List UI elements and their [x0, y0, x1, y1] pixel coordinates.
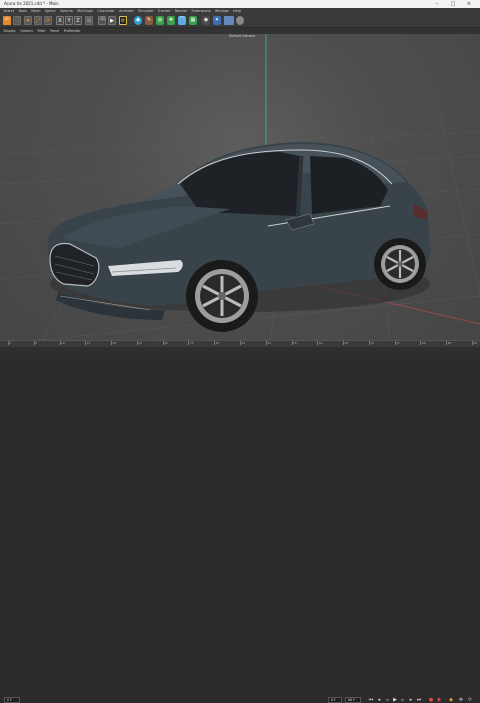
timeline-tick-label: 60	[318, 341, 323, 345]
menu-animate[interactable]: Animate	[119, 8, 134, 15]
car-model	[47, 142, 430, 332]
move-icon[interactable]: ✥	[24, 16, 32, 25]
camera-icon[interactable]: ◉	[202, 16, 210, 25]
menu-simulate[interactable]: Simulate	[138, 8, 153, 15]
position-key-icon[interactable]: ✥	[458, 697, 464, 703]
main-toolbar: ↶ ◌ ✥ ⤢ ⟳ X Y Z ⊞ 🎬 ▶ ⚙ ◆ ✎ ◍ ❖ ⌒ ▦ ◉ ✦	[0, 15, 480, 28]
timeline-tick-label: 10	[61, 341, 65, 345]
timeline-tick-label: 75	[396, 341, 400, 345]
render-settings-icon[interactable]: ⚙	[119, 16, 127, 25]
previous-key-icon[interactable]: ◂	[376, 697, 382, 703]
render-view-icon[interactable]: 🎬	[98, 16, 106, 25]
undo-icon[interactable]: ↶	[3, 16, 11, 25]
next-frame-icon[interactable]: ▹	[400, 697, 406, 703]
timeline-tick-label: 55	[293, 341, 297, 345]
y-axis-icon[interactable]: Y	[65, 16, 73, 25]
play-icon[interactable]: ▶	[392, 697, 398, 703]
perspective-viewport[interactable]: Default Camera	[0, 34, 480, 345]
current-frame-field[interactable]: 0 F	[4, 697, 20, 703]
menu-character[interactable]: Character	[97, 8, 114, 15]
minimize-icon[interactable]: –	[430, 0, 444, 8]
maximize-icon[interactable]: □	[446, 0, 460, 8]
timeline-tick-label: 40	[215, 341, 220, 345]
array-icon[interactable]: ❖	[167, 16, 175, 25]
window-title: Acura tlx 2021.c4d * - Main	[4, 1, 59, 6]
menu-extensions[interactable]: Extensions	[192, 8, 211, 15]
record-icon[interactable]: ●	[428, 697, 434, 703]
transport-bar: 0 F 0 F 90 F ⏮ ◂ ◃ ▶ ▹ ▸ ⏭ ● ◉ ◆ ✥ ⟳	[0, 347, 480, 703]
timeline-tick-label: 5	[35, 341, 38, 345]
subdivision-icon[interactable]: ◍	[156, 16, 164, 25]
timeline-tick-label: 35	[189, 341, 194, 345]
menu-volume[interactable]: Volume	[60, 8, 73, 15]
menu-spline[interactable]: Spline	[45, 8, 56, 15]
x-axis-icon[interactable]: X	[56, 16, 64, 25]
render-picture-viewer-icon[interactable]: ▶	[108, 16, 116, 25]
rotation-key-icon[interactable]: ⟳	[467, 697, 473, 703]
floor-icon[interactable]: ▦	[189, 16, 197, 25]
close-icon[interactable]: ×	[462, 0, 476, 8]
timeline-tick-label: 30	[164, 341, 168, 345]
coordinate-system-icon[interactable]: ⊞	[85, 16, 93, 25]
timeline-tick-label: 85	[447, 341, 452, 345]
car-window	[180, 152, 300, 216]
timeline-tick-label: 20	[112, 341, 117, 345]
timeline-tick-label: 15	[86, 341, 91, 345]
menu-select[interactable]: Select	[3, 8, 14, 15]
timeline-tick-label: 80	[421, 341, 426, 345]
rotate-icon[interactable]: ⟳	[44, 16, 52, 25]
scale-icon[interactable]: ⤢	[34, 16, 42, 25]
scene-icon[interactable]	[224, 16, 234, 25]
rear-wheel	[374, 238, 426, 290]
front-wheel	[186, 260, 258, 332]
timeline-tick-label: 0	[9, 341, 12, 345]
camera-label[interactable]: Default Camera	[229, 34, 255, 38]
timeline-tick-label: 65	[344, 341, 349, 345]
previous-frame-icon[interactable]: ◃	[384, 697, 390, 703]
lightbulb-icon[interactable]	[236, 16, 244, 25]
cube-icon[interactable]: ◆	[134, 16, 142, 25]
timeline-tick-label: 50	[267, 341, 271, 345]
menu-help[interactable]: Help	[233, 8, 241, 15]
cinema4d-window: Acura tlx 2021.c4d * - Main – □ × Select…	[0, 0, 480, 703]
keyframe-selection-icon[interactable]: ◆	[448, 697, 454, 703]
go-to-start-icon[interactable]: ⏮	[368, 697, 374, 703]
menu-tracker[interactable]: Tracker	[158, 8, 171, 15]
light-icon[interactable]: ✦	[213, 16, 221, 25]
end-frame-field[interactable]: 90 F	[345, 697, 361, 703]
menu-tools[interactable]: Tools	[18, 8, 27, 15]
menu-bar: Select Tools Mesh Spline Volume MoGraph …	[0, 8, 480, 15]
next-key-icon[interactable]: ▸	[408, 697, 414, 703]
autokey-icon[interactable]: ◉	[436, 697, 442, 703]
menu-render[interactable]: Render	[175, 8, 187, 15]
timeline-tick-label: 45	[241, 341, 246, 345]
viewport-scene	[0, 34, 480, 345]
go-to-end-icon[interactable]: ⏭	[416, 697, 422, 703]
title-bar: Acura tlx 2021.c4d * - Main – □ ×	[0, 0, 480, 8]
bend-icon[interactable]: ⌒	[178, 16, 186, 25]
timeline-tick-label: 25	[138, 341, 142, 345]
timeline-tick-label: 70	[370, 341, 374, 345]
menu-mograph[interactable]: MoGraph	[77, 8, 93, 15]
timeline-tick-label: 90	[473, 341, 478, 345]
menu-mesh[interactable]: Mesh	[31, 8, 40, 15]
live-selection-icon[interactable]: ◌	[13, 16, 21, 25]
pen-icon[interactable]: ✎	[145, 16, 153, 25]
start-frame-field[interactable]: 0 F	[328, 697, 342, 703]
z-axis-icon[interactable]: Z	[74, 16, 82, 25]
menu-window[interactable]: Window	[215, 8, 229, 15]
